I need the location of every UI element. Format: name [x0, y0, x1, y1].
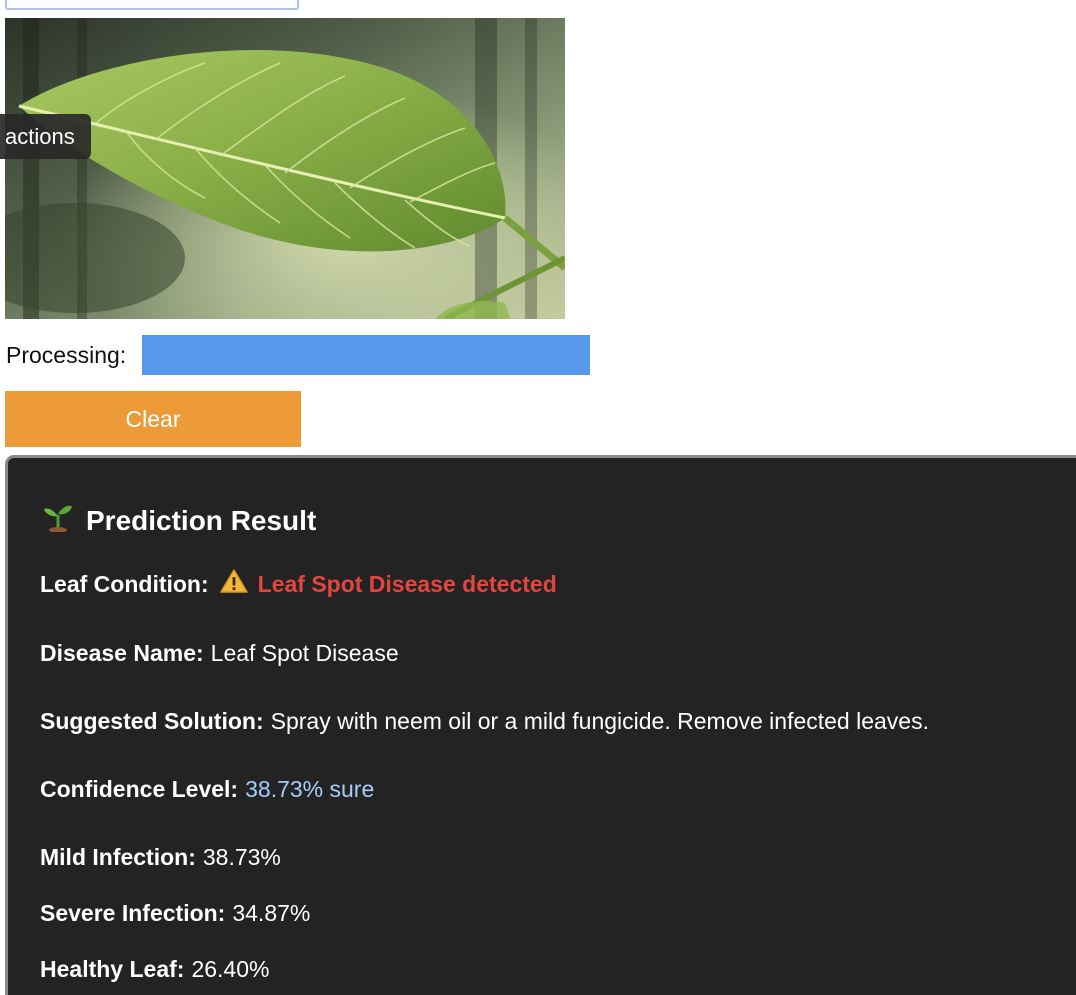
leaf-image-preview — [5, 18, 565, 319]
healthy-leaf-row: Healthy Leaf: 26.40% — [40, 956, 269, 983]
suggested-solution-label: Suggested Solution: — [40, 708, 264, 734]
leaf-condition-alert: Leaf Spot Disease detected — [216, 569, 557, 599]
processing-label: Processing: — [6, 341, 127, 368]
severe-infection-row: Severe Infection: 34.87% — [40, 900, 310, 927]
mild-infection-label: Mild Infection: — [40, 844, 196, 870]
processing-status: Processing: — [6, 335, 591, 375]
prediction-result-card: Prediction Result Leaf Condition: Leaf S… — [5, 455, 1076, 995]
leaf-condition-value: Leaf Spot Disease detected — [257, 570, 557, 597]
disease-name-value: Leaf Spot Disease — [210, 640, 399, 666]
clear-button[interactable]: Clear — [5, 391, 301, 447]
suggested-solution-value: Spray with neem oil or a mild fungicide.… — [270, 708, 929, 734]
suggested-solution-row: Suggested Solution: Spray with neem oil … — [40, 708, 929, 735]
leaf-condition-row: Leaf Condition: Leaf Spot Disease detect… — [40, 569, 557, 599]
disease-name-label: Disease Name: — [40, 640, 204, 666]
processing-progress-fill — [142, 335, 591, 375]
severe-infection-value: 34.87% — [232, 900, 311, 926]
sprout-icon — [42, 502, 74, 539]
disease-name-row: Disease Name: Leaf Spot Disease — [40, 640, 399, 667]
confidence-label: Confidence Level: — [40, 776, 239, 802]
result-heading: Prediction Result — [42, 502, 316, 539]
healthy-leaf-label: Healthy Leaf: — [40, 956, 185, 982]
file-input[interactable] — [5, 0, 299, 10]
actions-tab[interactable]: actions — [0, 114, 91, 159]
result-title: Prediction Result — [86, 504, 317, 536]
processing-progress-bar — [142, 335, 591, 375]
severe-infection-label: Severe Infection: — [40, 900, 226, 926]
mild-infection-row: Mild Infection: 38.73% — [40, 844, 281, 871]
warning-icon — [219, 569, 248, 599]
mild-infection-value: 38.73% — [202, 844, 281, 870]
confidence-value: 38.73% sure — [245, 776, 375, 802]
confidence-row: Confidence Level: 38.73% sure — [40, 776, 374, 803]
healthy-leaf-value: 26.40% — [191, 956, 270, 982]
leaf-condition-label: Leaf Condition: — [40, 570, 209, 597]
